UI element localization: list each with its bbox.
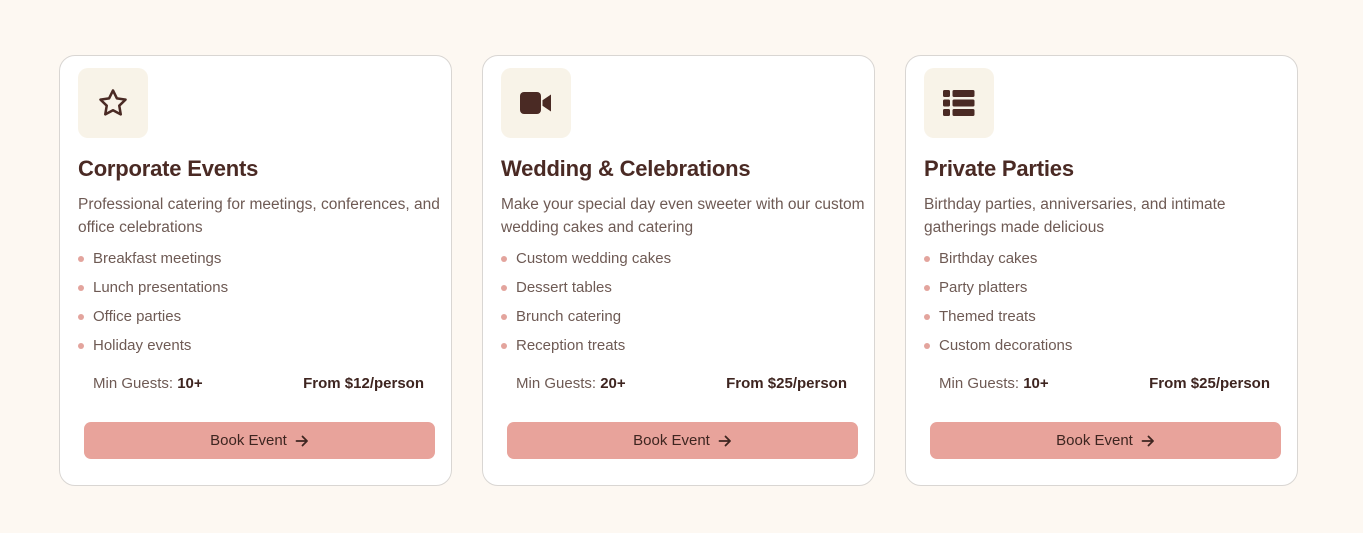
feature-item: Party platters [924, 278, 1072, 307]
min-guests-label: Min Guests: [939, 375, 1020, 392]
feature-text: Brunch catering [516, 308, 622, 325]
feature-text: Custom decorations [939, 337, 1073, 354]
card-title: Wedding & Celebrations [501, 156, 751, 181]
card-description: Make your special day even sweeter with … [501, 196, 865, 236]
book-event-button[interactable]: Book Event [507, 422, 858, 459]
feature-item: Custom wedding cakes [501, 249, 671, 278]
star-icon [97, 87, 129, 119]
card-description: Professional catering for meetings, conf… [78, 196, 440, 236]
min-guests-label: Min Guests: [93, 375, 174, 392]
feature-item: Breakfast meetings [78, 249, 228, 278]
feature-text: Lunch presentations [93, 279, 229, 296]
bullet-dot [78, 314, 84, 320]
book-event-button[interactable]: Book Event [84, 422, 435, 459]
feature-list: Birthday cakes Party platters Themed tre… [924, 249, 1072, 365]
feature-text: Custom wedding cakes [516, 250, 672, 267]
feature-item: Holiday events [78, 336, 228, 365]
feature-item: Dessert tables [501, 278, 671, 307]
feature-item: Themed treats [924, 307, 1072, 336]
bullet-dot [501, 314, 507, 320]
min-guests: Min Guests: 10+ [93, 375, 203, 392]
bullet-dot [501, 285, 507, 291]
event-card-corporate: Corporate Events Professional catering f… [59, 55, 452, 486]
video-camera-icon [519, 90, 553, 116]
feature-text: Breakfast meetings [93, 250, 222, 267]
feature-item: Custom decorations [924, 336, 1072, 365]
arrow-right-icon [718, 434, 732, 448]
feature-item: Reception treats [501, 336, 671, 365]
feature-item: Birthday cakes [924, 249, 1072, 278]
bullet-dot [78, 285, 84, 291]
card-description: Birthday parties, anniversaries, and int… [924, 196, 1226, 236]
bullet-dot [501, 343, 507, 349]
bullet-dot [924, 314, 930, 320]
book-event-button[interactable]: Book Event [930, 422, 1281, 459]
feature-text: Birthday cakes [939, 250, 1038, 267]
min-guests: Min Guests: 10+ [939, 375, 1049, 392]
list-icon [942, 89, 976, 117]
min-guests-value: 20+ [600, 375, 626, 392]
bullet-dot [924, 285, 930, 291]
price-label: From $25/person [1149, 375, 1270, 392]
card-icon-box [78, 68, 148, 138]
min-guests-value: 10+ [1023, 375, 1049, 392]
bullet-dot [78, 343, 84, 349]
arrow-right-icon [1141, 434, 1155, 448]
price-label: From $12/person [303, 375, 424, 392]
card-icon-box [924, 68, 994, 138]
bullet-dot [78, 256, 84, 262]
min-guests-value: 10+ [177, 375, 203, 392]
event-card-wedding: Wedding & Celebrations Make your special… [482, 55, 875, 486]
bullet-dot [924, 256, 930, 262]
price-label: From $25/person [726, 375, 847, 392]
feature-text: Dessert tables [516, 279, 612, 296]
feature-item: Lunch presentations [78, 278, 228, 307]
feature-text: Themed treats [939, 308, 1036, 325]
book-event-label: Book Event [210, 432, 287, 449]
feature-text: Reception treats [516, 337, 626, 354]
feature-list: Custom wedding cakes Dessert tables Brun… [501, 249, 671, 365]
feature-text: Party platters [939, 279, 1028, 296]
bullet-dot [924, 343, 930, 349]
card-title: Corporate Events [78, 156, 259, 181]
event-card-private: Private Parties Birthday parties, annive… [905, 55, 1298, 486]
bullet-dot [501, 256, 507, 262]
min-guests-label: Min Guests: [516, 375, 597, 392]
feature-list: Breakfast meetings Lunch presentations O… [78, 249, 228, 365]
feature-text: Office parties [93, 308, 182, 325]
arrow-right-icon [295, 434, 309, 448]
feature-item: Brunch catering [501, 307, 671, 336]
card-icon-box [501, 68, 571, 138]
card-title: Private Parties [924, 156, 1074, 181]
book-event-label: Book Event [1056, 432, 1133, 449]
event-cards-row: Corporate Events Professional catering f… [59, 55, 1298, 486]
min-guests: Min Guests: 20+ [516, 375, 626, 392]
book-event-label: Book Event [633, 432, 710, 449]
feature-text: Holiday events [93, 337, 192, 354]
feature-item: Office parties [78, 307, 228, 336]
